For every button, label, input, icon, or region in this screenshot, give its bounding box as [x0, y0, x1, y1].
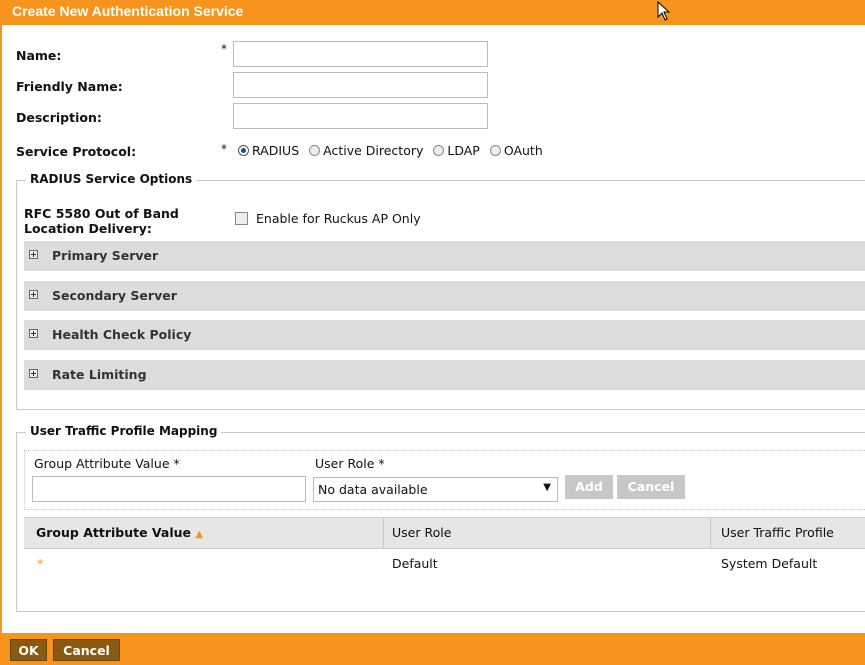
- description-label: Description:: [16, 110, 102, 125]
- required-mark: *: [221, 42, 227, 56]
- service-protocol-radio-group: RADIUS Active Directory LDAP OAuth: [238, 143, 549, 158]
- col-user-role[interactable]: User Role: [392, 525, 451, 540]
- rfc-label-line1: RFC 5580 Out of Band: [24, 206, 179, 221]
- radio-radius-label: RADIUS: [252, 143, 300, 158]
- expand-plus-icon[interactable]: [29, 329, 38, 338]
- rfc-label-line2: Location Delivery:: [24, 221, 152, 236]
- expand-plus-icon[interactable]: [29, 369, 38, 378]
- radio-active-directory[interactable]: Active Directory: [309, 143, 423, 158]
- section-rate-limiting[interactable]: Rate Limiting: [24, 360, 865, 390]
- section-title: Secondary Server: [52, 288, 177, 303]
- radius-options-legend: RADIUS Service Options: [26, 172, 197, 186]
- column-divider: [383, 518, 384, 548]
- mapping-legend: User Traffic Profile Mapping: [26, 424, 222, 438]
- section-title: Rate Limiting: [52, 367, 147, 382]
- chevron-down-icon[interactable]: ▼: [543, 482, 551, 493]
- section-secondary-server[interactable]: Secondary Server: [24, 281, 865, 311]
- row-group-attr[interactable]: *: [37, 556, 43, 571]
- mapping-cancel-button[interactable]: Cancel: [617, 475, 685, 499]
- dialog-title: Create New Authentication Service: [12, 3, 244, 19]
- friendly-name-label: Friendly Name:: [16, 79, 123, 94]
- required-mark: *: [221, 142, 227, 156]
- section-title: Health Check Policy: [52, 327, 192, 342]
- mapping-table-header: Group Attribute Value ▲ User Role User T…: [24, 517, 865, 549]
- radio-oauth[interactable]: OAuth: [489, 143, 543, 158]
- radio-ldap-label: LDAP: [447, 143, 480, 158]
- expand-plus-icon[interactable]: [29, 290, 38, 299]
- enable-ruckus-ap-label: Enable for Ruckus AP Only: [256, 211, 421, 226]
- name-label: Name:: [16, 48, 62, 63]
- mouse-cursor-icon: [657, 1, 671, 21]
- enable-ruckus-ap-checkbox[interactable]: [235, 212, 248, 225]
- radio-button-icon: [238, 145, 249, 156]
- col-group-attr[interactable]: Group Attribute Value ▲: [36, 525, 203, 540]
- ok-button[interactable]: OK: [10, 639, 47, 661]
- section-title: Primary Server: [52, 248, 159, 263]
- group-attr-input[interactable]: [32, 476, 306, 502]
- user-role-selected: No data available: [318, 482, 428, 497]
- radio-button-icon: [433, 145, 445, 156]
- row-profile[interactable]: System Default: [721, 556, 817, 571]
- col-user-traffic-profile[interactable]: User Traffic Profile: [721, 525, 834, 540]
- auth-service-dialog: Create New Authentication Service Name: …: [0, 0, 865, 665]
- name-input[interactable]: [233, 41, 488, 67]
- section-primary-server[interactable]: Primary Server: [24, 241, 865, 271]
- friendly-name-input[interactable]: [233, 72, 488, 98]
- section-health-check-policy[interactable]: Health Check Policy: [24, 320, 865, 350]
- radio-active-directory-label: Active Directory: [323, 143, 424, 158]
- description-input[interactable]: [233, 103, 488, 129]
- dialog-footer: OK Cancel: [2, 633, 865, 665]
- column-divider: [710, 518, 711, 548]
- radio-button-icon: [489, 145, 501, 156]
- add-button[interactable]: Add: [565, 475, 613, 499]
- service-protocol-label: Service Protocol:: [16, 144, 137, 159]
- dialog-titlebar: Create New Authentication Service: [2, 0, 865, 25]
- group-attr-label: Group Attribute Value *: [34, 456, 180, 471]
- user-role-label: User Role *: [315, 456, 385, 471]
- radio-oauth-label: OAuth: [503, 143, 543, 158]
- user-role-select[interactable]: No data available ▼: [313, 477, 558, 502]
- expand-plus-icon[interactable]: [29, 250, 38, 259]
- radio-button-icon: [309, 145, 321, 156]
- cancel-button[interactable]: Cancel: [53, 639, 120, 661]
- radio-ldap[interactable]: LDAP: [433, 143, 480, 158]
- row-user-role[interactable]: Default: [392, 556, 438, 571]
- sort-ascending-icon: ▲: [195, 529, 204, 540]
- radio-radius[interactable]: RADIUS: [238, 143, 299, 158]
